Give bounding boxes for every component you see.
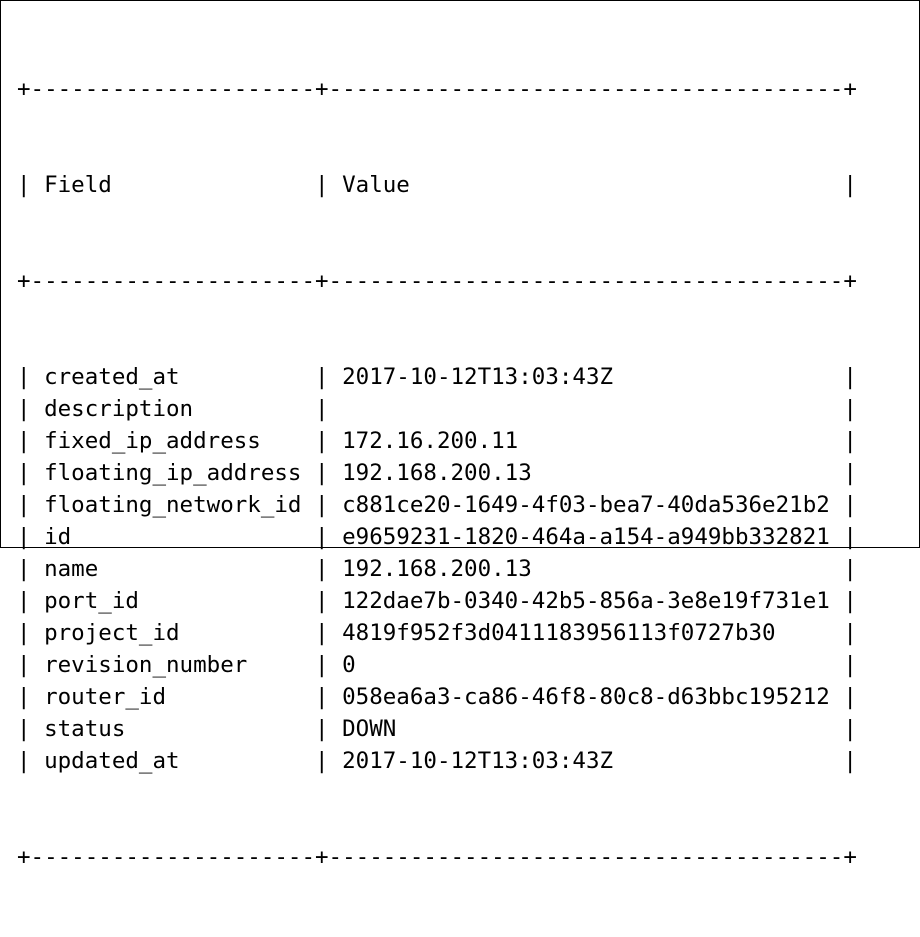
row-field: fixed_ip_address [44, 428, 261, 454]
table-row: | floating_network_id | c881ce20-1649-4f… [17, 492, 857, 518]
row-value: 172.16.200.11 [342, 428, 519, 454]
row-value: e9659231-1820-464a-a154-a949bb332821 [342, 524, 830, 550]
field-column-header: Field [44, 172, 316, 198]
row-value: 2017-10-12T13:03:43Z [342, 748, 614, 774]
row-field: router_id [44, 684, 167, 710]
row-value: DOWN [342, 716, 397, 742]
row-value: 192.168.200.13 [342, 556, 532, 582]
row-value: 2017-10-12T13:03:43Z [342, 364, 614, 390]
row-field: updated_at [44, 748, 180, 774]
row-value: 192.168.200.13 [342, 460, 532, 486]
table-row: | project_id | 4819f952f3d0411183956113f… [17, 620, 857, 646]
row-field: description [44, 396, 194, 422]
terminal-window: +---------------------+-----------------… [0, 0, 920, 870]
row-value: 4819f952f3d0411183956113f0727b30 [342, 620, 776, 646]
table-row: | status | DOWN | [17, 716, 857, 742]
row-field: floating_ip_address [44, 460, 302, 486]
table-row: | updated_at | 2017-10-12T13:03:43Z | [17, 748, 857, 774]
table-row: | port_id | 122dae7b-0340-42b5-856a-3e8e… [17, 588, 857, 614]
row-field: name [44, 556, 99, 582]
table-row: | router_id | 058ea6a3-ca86-46f8-80c8-d6… [17, 684, 857, 710]
table-row: | name | 192.168.200.13 | [17, 556, 857, 582]
table-row: | description | | [17, 396, 857, 422]
table-row: | created_at | 2017-10-12T13:03:43Z | [17, 364, 857, 390]
cli-output-table: +---------------------+-----------------… [17, 9, 857, 937]
table-body: | created_at | 2017-10-12T13:03:43Z | | d… [17, 361, 857, 777]
row-value: 122dae7b-0340-42b5-856a-3e8e19f731e1 [342, 588, 830, 614]
row-field: created_at [44, 364, 180, 390]
table-row: | revision_number | 0 | [17, 652, 857, 678]
table-bottom-border: +---------------------+-----------------… [17, 844, 857, 870]
row-value: 0 [342, 652, 356, 678]
row-field: port_id [44, 588, 139, 614]
value-column-header: Value [342, 172, 844, 198]
table-top-border: +---------------------+-----------------… [17, 76, 857, 102]
table-header-separator: +---------------------+-----------------… [17, 268, 857, 294]
row-field: project_id [44, 620, 180, 646]
row-value: c881ce20-1649-4f03-bea7-40da536e21b2 [342, 492, 830, 518]
table-row: | id | e9659231-1820-464a-a154-a949bb332… [17, 524, 857, 550]
table-row: | floating_ip_address | 192.168.200.13 | [17, 460, 857, 486]
table-row: | fixed_ip_address | 172.16.200.11 | [17, 428, 857, 454]
row-field: id [44, 524, 72, 550]
row-field: floating_network_id [44, 492, 302, 518]
row-value: 058ea6a3-ca86-46f8-80c8-d63bbc195212 [342, 684, 830, 710]
row-field: status [44, 716, 126, 742]
table-header-row: | Field | Value | [17, 172, 857, 198]
row-field: revision_number [44, 652, 248, 678]
